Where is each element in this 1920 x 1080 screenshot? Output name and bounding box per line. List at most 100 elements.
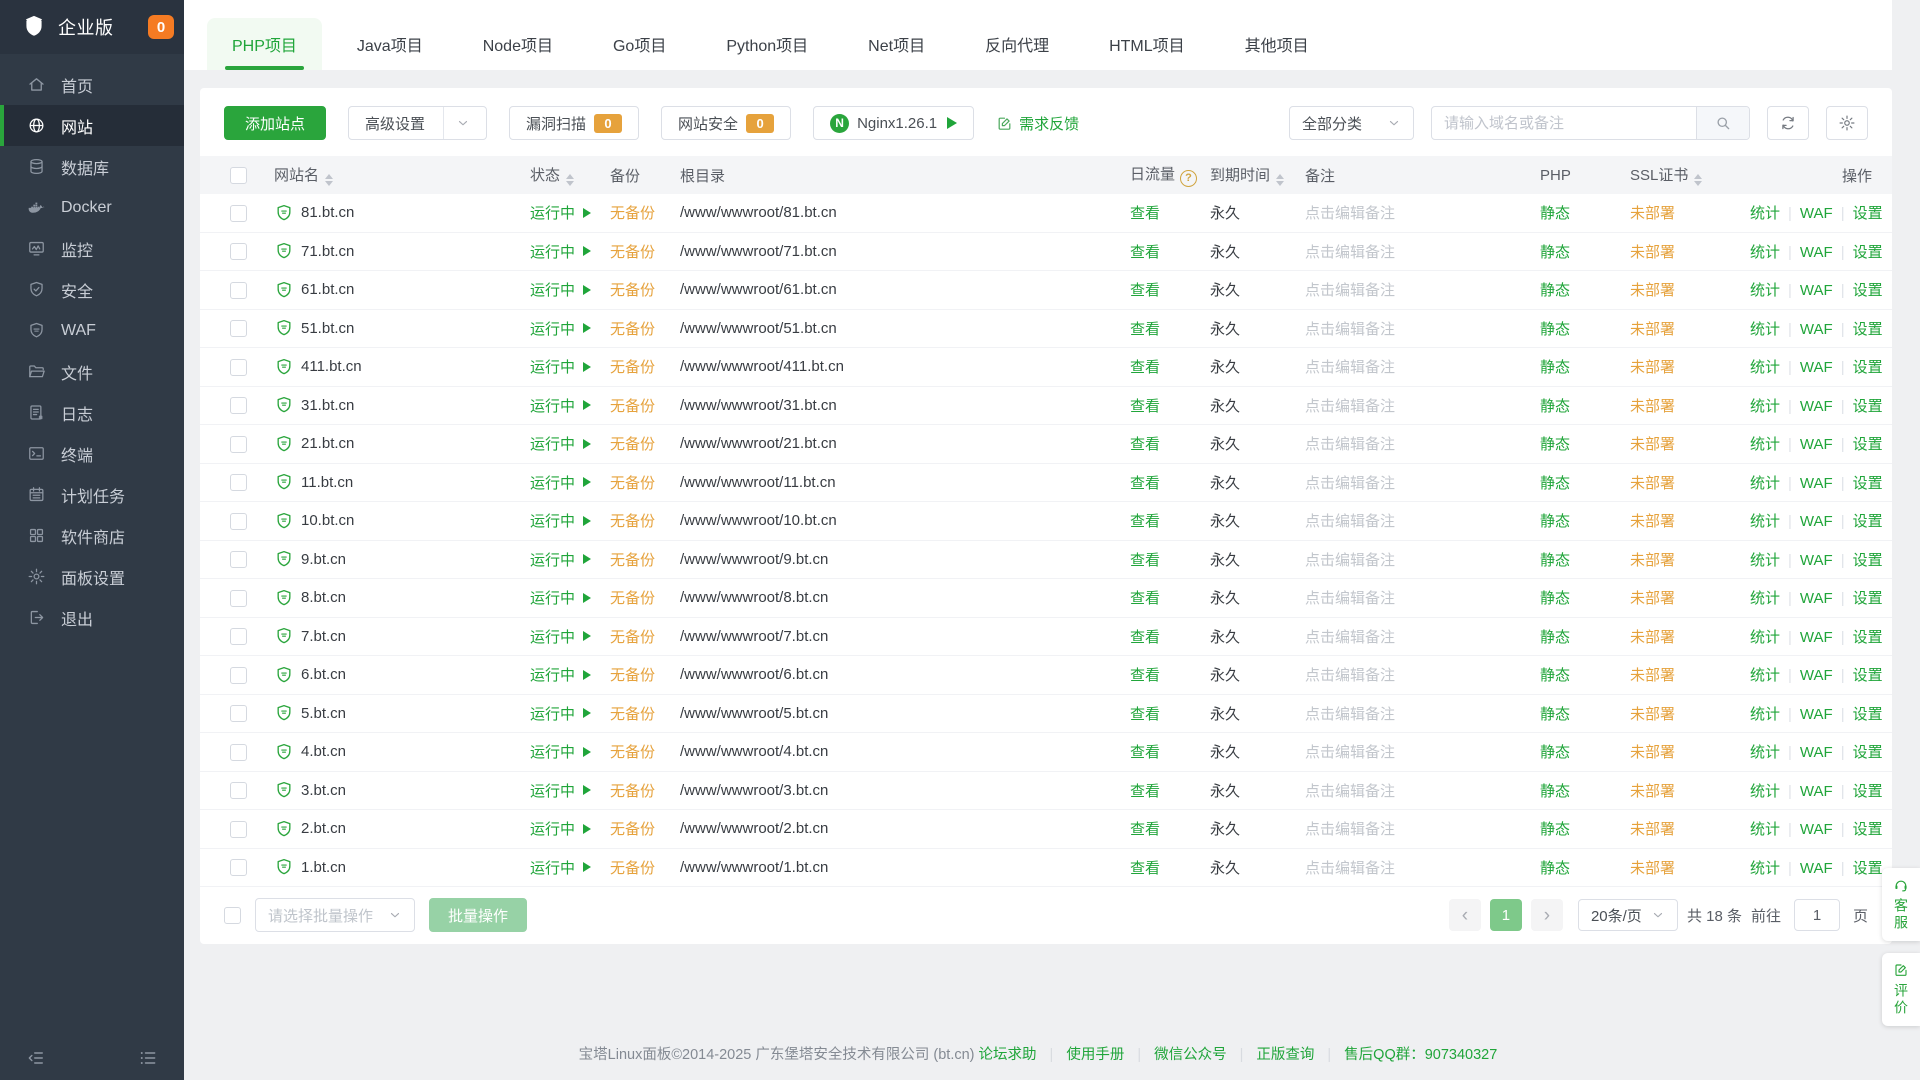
no-backup-link[interactable]: 无备份 <box>610 205 655 222</box>
tab-5[interactable]: Net项目 <box>843 18 950 70</box>
search-button[interactable] <box>1696 107 1749 139</box>
action-link-2[interactable]: 设置 <box>1853 244 1883 261</box>
status-running-label[interactable]: 运行中 <box>530 472 575 493</box>
row-checkbox[interactable] <box>230 744 247 761</box>
site-name-link[interactable]: 81.bt.cn <box>301 204 354 221</box>
no-backup-link[interactable]: 无备份 <box>610 590 655 607</box>
footer-link-0[interactable]: 论坛求助 <box>979 1047 1037 1063</box>
edit-note-link[interactable]: 点击编辑备注 <box>1305 321 1395 338</box>
edit-note-link[interactable]: 点击编辑备注 <box>1305 552 1395 569</box>
ssl-status-link[interactable]: 未部署 <box>1630 706 1675 723</box>
site-name-link[interactable]: 411.bt.cn <box>301 358 362 375</box>
status-running-label[interactable]: 运行中 <box>530 395 575 416</box>
row-checkbox[interactable] <box>230 628 247 645</box>
php-version-link[interactable]: 静态 <box>1540 513 1570 530</box>
action-link-2[interactable]: 设置 <box>1853 667 1883 684</box>
ssl-status-link[interactable]: 未部署 <box>1630 860 1675 877</box>
row-checkbox[interactable] <box>230 397 247 414</box>
action-link-0[interactable]: 统计 <box>1750 321 1780 338</box>
edit-note-link[interactable]: 点击编辑备注 <box>1305 282 1395 299</box>
row-checkbox[interactable] <box>230 205 247 222</box>
sort-caret-icon[interactable] <box>1694 174 1702 186</box>
view-traffic-link[interactable]: 查看 <box>1130 783 1160 800</box>
menu-list-icon[interactable] <box>138 1048 158 1068</box>
row-checkbox[interactable] <box>230 705 247 722</box>
site-name-link[interactable]: 2.bt.cn <box>301 820 346 837</box>
play-icon[interactable] <box>583 362 591 372</box>
ssl-status-link[interactable]: 未部署 <box>1630 667 1675 684</box>
root-path-link[interactable]: /www/wwwroot/9.bt.cn <box>680 551 828 568</box>
view-traffic-link[interactable]: 查看 <box>1130 398 1160 415</box>
php-version-link[interactable]: 静态 <box>1540 629 1570 646</box>
site-name-link[interactable]: 51.bt.cn <box>301 320 354 337</box>
expire-value[interactable]: 永久 <box>1210 706 1240 723</box>
no-backup-link[interactable]: 无备份 <box>610 667 655 684</box>
site-name-link[interactable]: 10.bt.cn <box>301 512 354 529</box>
feedback-link[interactable]: 需求反馈 <box>996 113 1079 134</box>
sidebar-item-3[interactable]: Docker <box>0 187 184 228</box>
select-all-checkbox[interactable] <box>230 167 247 184</box>
action-link-2[interactable]: 设置 <box>1853 590 1883 607</box>
view-traffic-link[interactable]: 查看 <box>1130 706 1160 723</box>
action-link-0[interactable]: 统计 <box>1750 744 1780 761</box>
site-name-link[interactable]: 61.bt.cn <box>301 281 354 298</box>
action-link-1[interactable]: WAF <box>1800 513 1833 530</box>
status-running-label[interactable]: 运行中 <box>530 318 575 339</box>
site-name-link[interactable]: 31.bt.cn <box>301 397 354 414</box>
table-settings-button[interactable] <box>1826 106 1868 140</box>
footer-link-2[interactable]: 微信公众号 <box>1154 1047 1227 1063</box>
site-name-link[interactable]: 21.bt.cn <box>301 435 354 452</box>
column-header-0[interactable]: 网站名 <box>264 156 520 194</box>
row-checkbox[interactable] <box>230 821 247 838</box>
action-link-0[interactable]: 统计 <box>1750 590 1780 607</box>
status-running-label[interactable]: 运行中 <box>530 741 575 762</box>
action-link-2[interactable]: 设置 <box>1853 860 1883 877</box>
no-backup-link[interactable]: 无备份 <box>610 783 655 800</box>
action-link-1[interactable]: WAF <box>1800 860 1833 877</box>
page-size-select[interactable]: 20条/页 <box>1578 899 1678 931</box>
status-running-label[interactable]: 运行中 <box>530 857 575 878</box>
ssl-status-link[interactable]: 未部署 <box>1630 436 1675 453</box>
action-link-0[interactable]: 统计 <box>1750 398 1780 415</box>
ssl-status-link[interactable]: 未部署 <box>1630 552 1675 569</box>
ssl-status-link[interactable]: 未部署 <box>1630 398 1675 415</box>
play-icon[interactable] <box>583 708 591 718</box>
traffic-info-icon[interactable]: ? <box>1180 170 1197 187</box>
no-backup-link[interactable]: 无备份 <box>610 706 655 723</box>
ssl-status-link[interactable]: 未部署 <box>1630 282 1675 299</box>
expire-value[interactable]: 永久 <box>1210 629 1240 646</box>
action-link-0[interactable]: 统计 <box>1750 706 1780 723</box>
action-link-0[interactable]: 统计 <box>1750 783 1780 800</box>
play-icon[interactable] <box>583 670 591 680</box>
root-path-link[interactable]: /www/wwwroot/7.bt.cn <box>680 628 828 645</box>
tab-1[interactable]: Java项目 <box>332 18 448 70</box>
edit-note-link[interactable]: 点击编辑备注 <box>1305 744 1395 761</box>
tab-2[interactable]: Node项目 <box>458 18 578 70</box>
site-name-link[interactable]: 6.bt.cn <box>301 666 346 683</box>
row-checkbox[interactable] <box>230 359 247 376</box>
sort-caret-icon[interactable] <box>566 174 574 186</box>
expire-value[interactable]: 永久 <box>1210 475 1240 492</box>
root-path-link[interactable]: /www/wwwroot/11.bt.cn <box>680 474 836 491</box>
search-input[interactable] <box>1432 107 1696 139</box>
refresh-button[interactable] <box>1767 106 1809 140</box>
ssl-status-link[interactable]: 未部署 <box>1630 513 1675 530</box>
footer-link-4[interactable]: 售后QQ群：907340327 <box>1344 1047 1497 1063</box>
view-traffic-link[interactable]: 查看 <box>1130 282 1160 299</box>
status-running-label[interactable]: 运行中 <box>530 202 575 223</box>
advanced-settings-button[interactable]: 高级设置 <box>348 106 487 140</box>
ssl-status-link[interactable]: 未部署 <box>1630 629 1675 646</box>
batch-action-select[interactable]: 请选择批量操作 <box>255 898 415 932</box>
sidebar-item-5[interactable]: 安全 <box>0 269 184 310</box>
root-path-link[interactable]: /www/wwwroot/10.bt.cn <box>680 512 837 529</box>
tab-0[interactable]: PHP项目 <box>207 18 322 70</box>
view-traffic-link[interactable]: 查看 <box>1130 321 1160 338</box>
sidebar-item-6[interactable]: WAF <box>0 310 184 351</box>
action-link-0[interactable]: 统计 <box>1750 629 1780 646</box>
play-icon[interactable] <box>583 477 591 487</box>
root-path-link[interactable]: /www/wwwroot/61.bt.cn <box>680 281 837 298</box>
view-traffic-link[interactable]: 查看 <box>1130 629 1160 646</box>
status-running-label[interactable]: 运行中 <box>530 510 575 531</box>
action-link-2[interactable]: 设置 <box>1853 475 1883 492</box>
php-version-link[interactable]: 静态 <box>1540 860 1570 877</box>
